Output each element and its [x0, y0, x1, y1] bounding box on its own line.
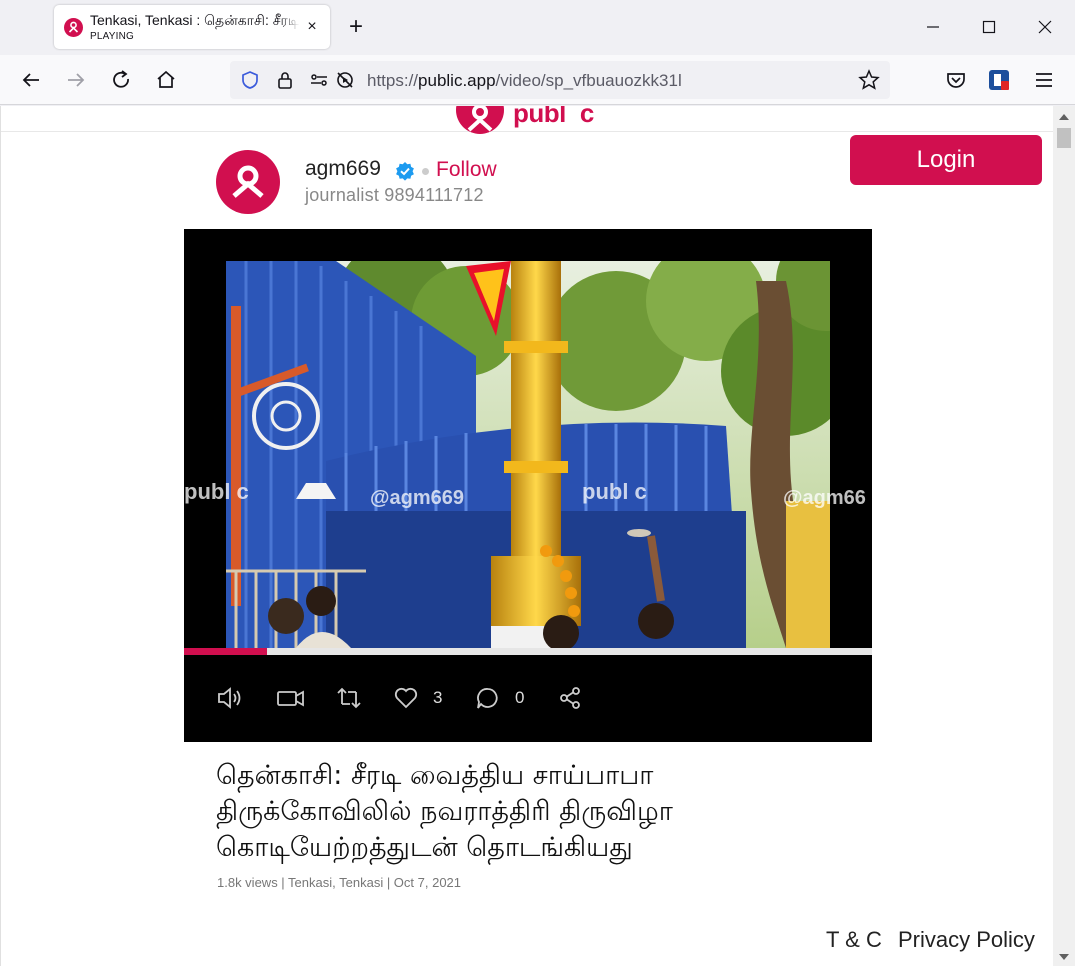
new-tab-button[interactable]: +: [344, 15, 368, 39]
permissions-icon[interactable]: [309, 70, 329, 95]
autoplay-blocked-icon[interactable]: [334, 70, 356, 95]
scroll-up-arrow-icon[interactable]: [1058, 110, 1070, 122]
watermark-handle: @agm66: [783, 487, 866, 509]
tab-close-button[interactable]: ×: [304, 19, 320, 35]
follow-button[interactable]: Follow: [436, 158, 497, 182]
terms-link[interactable]: T & C: [826, 927, 882, 953]
video-progress-bar[interactable]: [184, 648, 872, 655]
lock-icon[interactable]: [275, 70, 295, 95]
maximize-button[interactable]: [974, 12, 1004, 42]
video-frame[interactable]: [226, 261, 830, 648]
video-camera-icon[interactable]: [276, 684, 306, 712]
video-meta: 1.8k views | Tenkasi, Tenkasi | Oct 7, 2…: [217, 875, 462, 890]
verified-badge-icon: [395, 161, 415, 181]
page-scrollbar[interactable]: [1053, 106, 1075, 966]
watermark-handle: @agm669: [370, 487, 464, 509]
address-bar[interactable]: https://public.app/video/sp_vfbuauozkk31…: [230, 61, 890, 99]
volume-icon[interactable]: [216, 684, 246, 712]
video-progress-fill: [184, 648, 267, 655]
forward-arrow-icon[interactable]: [62, 66, 90, 94]
active-tab[interactable]: Tenkasi, Tenkasi : தென்காசி: சீரடி வைத்த…: [54, 5, 330, 49]
tab-bar: Tenkasi, Tenkasi : தென்காசி: சீரடி வைத்த…: [0, 0, 1075, 55]
login-button[interactable]: Login: [850, 135, 1042, 185]
public-logo-icon[interactable]: [456, 106, 504, 134]
user-role: journalist 9894111712: [305, 185, 484, 205]
reload-icon[interactable]: [107, 66, 135, 94]
video-player[interactable]: publ c @agm669 publ c @agm66 3 0: [184, 229, 872, 742]
minimize-button[interactable]: [918, 12, 948, 42]
close-window-button[interactable]: [1030, 12, 1060, 42]
extension-icon[interactable]: [985, 66, 1013, 94]
public-app-favicon-icon: [64, 18, 83, 37]
web-page: publ c Login agm669 Follow journalist 989…: [0, 106, 1053, 966]
comment-count: 0: [515, 688, 525, 707]
site-header: publ c: [1, 106, 1053, 134]
scroll-down-arrow-icon[interactable]: [1058, 950, 1070, 962]
tab-playing-status: PLAYING: [90, 31, 135, 42]
video-controls: 3 0: [184, 674, 872, 724]
navigation-toolbar: https://public.app/video/sp_vfbuauozkk31…: [0, 55, 1075, 105]
like-heart-icon[interactable]: [392, 684, 420, 712]
privacy-policy-link[interactable]: Privacy Policy: [898, 927, 1035, 953]
back-arrow-icon[interactable]: [17, 66, 45, 94]
comment-icon[interactable]: [474, 684, 502, 712]
home-icon[interactable]: [152, 66, 180, 94]
avatar[interactable]: [216, 150, 280, 214]
brand-wordmark[interactable]: publ c: [513, 106, 594, 129]
share-icon[interactable]: [556, 684, 584, 712]
shield-icon[interactable]: [240, 70, 260, 95]
scrollbar-thumb[interactable]: [1057, 128, 1071, 148]
repost-icon[interactable]: [334, 684, 364, 712]
separator-dot: [422, 168, 429, 175]
tab-title: Tenkasi, Tenkasi : தென்காசி: சீரடி வைத்த…: [90, 12, 300, 31]
browser-window: Tenkasi, Tenkasi : தென்காசி: சீரடி வைத்த…: [0, 0, 1075, 966]
watermark-brand: publ c: [582, 479, 647, 504]
menu-hamburger-icon[interactable]: [1030, 66, 1058, 94]
bookmark-star-icon[interactable]: [858, 69, 880, 96]
video-headline: தென்காசி: சீரடி வைத்திய சாய்பாபா திருக்க…: [216, 760, 673, 863]
username[interactable]: agm669: [305, 157, 381, 181]
like-count: 3: [433, 688, 443, 707]
pocket-icon[interactable]: [942, 66, 970, 94]
watermark-brand: publ c: [184, 479, 249, 504]
url-text[interactable]: https://public.app/video/sp_vfbuauozkk31…: [367, 71, 682, 91]
